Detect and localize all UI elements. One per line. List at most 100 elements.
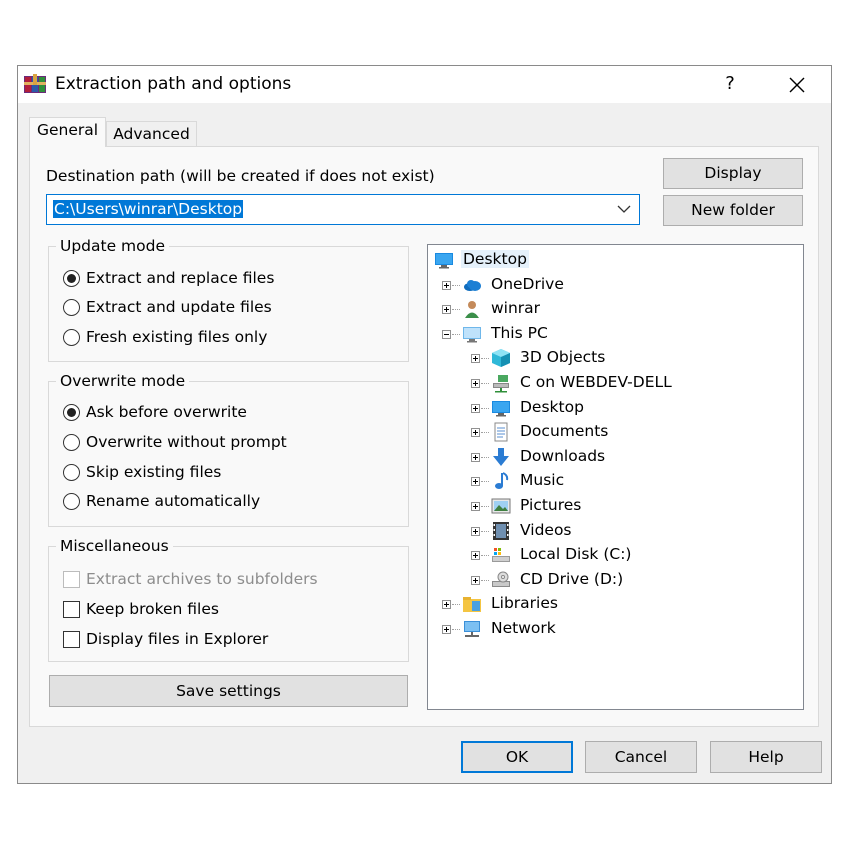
radio-ask-before[interactable] xyxy=(63,404,80,421)
tree-item-label: Pictures xyxy=(520,496,582,514)
expand-plus-icon[interactable] xyxy=(471,502,480,511)
tree-item-c-on-webdev-dell[interactable]: C on WEBDEV-DELL xyxy=(428,371,803,395)
tree-item-winrar[interactable]: winrar xyxy=(428,297,803,321)
help-button[interactable]: Help xyxy=(710,741,822,773)
tree-item-this-pc[interactable]: This PC xyxy=(428,322,803,346)
cd-drive-icon xyxy=(491,570,511,590)
expand-plus-icon[interactable] xyxy=(471,403,480,413)
destination-path-label: Destination path (will be created if doe… xyxy=(46,167,435,185)
save-settings-button[interactable]: Save settings xyxy=(49,675,408,707)
tree-item-label: Network xyxy=(491,619,556,637)
documents-icon xyxy=(491,422,511,442)
collapse-minus-icon[interactable] xyxy=(442,329,451,339)
expand-plus-icon[interactable] xyxy=(471,575,480,585)
tree-item-libraries[interactable]: Libraries xyxy=(428,592,803,616)
folder-tree[interactable]: Desktop OneDrive winrar This PC 3D Objects C … xyxy=(427,244,804,710)
tree-connector xyxy=(481,481,489,483)
tree-item-network[interactable]: Network xyxy=(428,617,803,641)
label-overwrite-without-prompt[interactable]: Overwrite without prompt xyxy=(86,433,287,451)
radio-extract-replace[interactable] xyxy=(63,270,80,287)
dialog-title: Extraction path and options xyxy=(55,74,292,94)
radio-rename-automatically[interactable] xyxy=(63,493,80,510)
tree-item-label: Documents xyxy=(520,422,609,441)
tree-connector xyxy=(481,432,489,434)
3d-objects-icon xyxy=(491,348,511,368)
tree-connector xyxy=(481,383,489,384)
tree-connector xyxy=(452,333,460,335)
destination-path-value[interactable]: C:\Users\winrar\Desktop xyxy=(53,200,244,218)
checkbox-extract-subfolders xyxy=(63,571,80,588)
tree-item-label: Music xyxy=(520,471,565,490)
close-icon xyxy=(789,77,805,93)
new-folder-button[interactable]: New folder xyxy=(663,195,803,226)
ok-button[interactable]: OK xyxy=(461,741,573,773)
tree-item-label: Libraries xyxy=(491,594,558,613)
tree-item-music[interactable]: Music xyxy=(428,469,803,493)
tree-connector xyxy=(452,629,460,630)
destination-path-combobox[interactable]: C:\Users\winrar\Desktop xyxy=(46,194,640,225)
tree-item-pictures[interactable]: Pictures xyxy=(428,494,803,518)
label-extract-update[interactable]: Extract and update files xyxy=(86,298,272,316)
expand-plus-icon[interactable] xyxy=(471,354,480,364)
expand-plus-icon[interactable] xyxy=(471,551,480,561)
label-skip-existing[interactable]: Skip existing files xyxy=(86,463,221,481)
desktop-icon xyxy=(434,250,454,270)
tree-item-3d-objects[interactable]: 3D Objects xyxy=(428,346,803,370)
tree-connector xyxy=(481,579,489,581)
close-button[interactable] xyxy=(784,72,810,98)
radio-fresh-existing[interactable] xyxy=(63,329,80,346)
tree-item-cd-drive-d[interactable]: CD Drive (D:) xyxy=(428,568,803,592)
label-rename-automatically[interactable]: Rename automatically xyxy=(86,492,260,510)
tab-general[interactable]: General xyxy=(29,117,106,147)
tree-item-desktop[interactable]: Desktop xyxy=(428,248,803,272)
tab-advanced[interactable]: Advanced xyxy=(106,121,197,147)
expand-plus-icon[interactable] xyxy=(442,280,451,290)
tree-item-onedrive[interactable]: OneDrive xyxy=(428,273,803,297)
help-question-button[interactable]: ? xyxy=(718,72,742,96)
tree-item-local-disk-c[interactable]: Local Disk (C:) xyxy=(428,543,803,567)
tree-item-label: C on WEBDEV-DELL xyxy=(520,373,672,391)
cancel-button[interactable]: Cancel xyxy=(585,741,697,773)
radio-extract-update[interactable] xyxy=(63,299,80,316)
label-extract-replace[interactable]: Extract and replace files xyxy=(86,269,274,287)
tree-item-desktop[interactable]: Desktop xyxy=(428,396,803,420)
expand-plus-icon[interactable] xyxy=(471,526,480,536)
local-disk-icon xyxy=(491,545,511,565)
tree-item-documents[interactable]: Documents xyxy=(428,420,803,444)
tree-item-label: This PC xyxy=(491,323,548,342)
tree-connector xyxy=(481,358,489,360)
tree-item-videos[interactable]: Videos xyxy=(428,519,803,543)
expand-plus-icon[interactable] xyxy=(442,600,451,610)
tree-item-downloads[interactable]: Downloads xyxy=(428,445,803,469)
label-ask-before[interactable]: Ask before overwrite xyxy=(86,403,247,421)
libraries-icon xyxy=(462,594,482,614)
checkbox-keep-broken[interactable] xyxy=(63,601,80,618)
tree-connector xyxy=(452,604,460,606)
music-icon xyxy=(491,471,511,491)
checkbox-display-in-explorer[interactable] xyxy=(63,631,80,648)
expand-plus-icon[interactable] xyxy=(442,625,451,634)
tree-item-label: 3D Objects xyxy=(520,348,606,367)
expand-plus-icon[interactable] xyxy=(471,477,480,487)
radio-skip-existing[interactable] xyxy=(63,464,80,481)
tree-connector xyxy=(481,530,489,532)
expand-plus-icon[interactable] xyxy=(471,379,480,388)
expand-plus-icon[interactable] xyxy=(471,452,480,462)
chevron-down-icon[interactable] xyxy=(617,204,631,214)
label-display-in-explorer[interactable]: Display files in Explorer xyxy=(86,630,268,648)
tree-item-label: Local Disk (C:) xyxy=(520,545,632,564)
tree-item-label: Desktop xyxy=(520,397,584,416)
tree-connector xyxy=(481,456,489,458)
tree-item-label: winrar xyxy=(491,299,541,318)
tree-item-label: CD Drive (D:) xyxy=(520,569,624,588)
radio-overwrite-without-prompt[interactable] xyxy=(63,434,80,451)
network-drive-icon xyxy=(491,373,511,393)
label-keep-broken[interactable]: Keep broken files xyxy=(86,600,219,618)
overwrite-mode-title: Overwrite mode xyxy=(56,372,190,390)
desktop-icon xyxy=(491,398,511,418)
label-fresh-existing[interactable]: Fresh existing files only xyxy=(86,328,267,346)
expand-plus-icon[interactable] xyxy=(442,305,451,315)
label-extract-subfolders: Extract archives to subfolders xyxy=(86,570,318,588)
expand-plus-icon[interactable] xyxy=(471,428,480,438)
display-button[interactable]: Display xyxy=(663,158,803,189)
